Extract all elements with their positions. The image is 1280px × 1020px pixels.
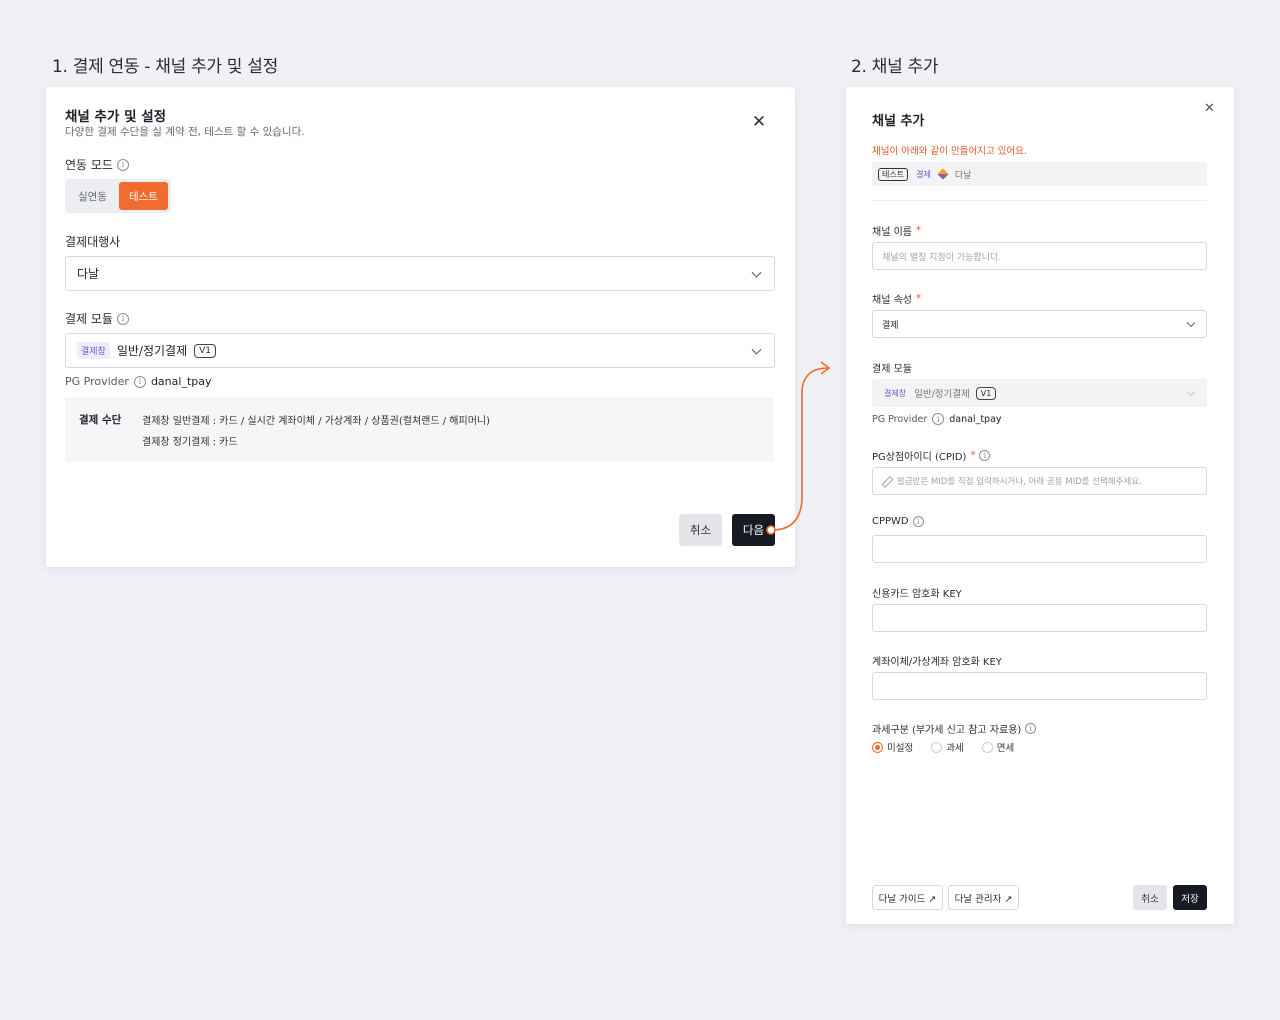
chevron-down-icon — [751, 267, 762, 278]
mode-option-live[interactable]: 실연동 — [68, 182, 117, 210]
pg-label: 결제대행사 — [65, 235, 121, 249]
chevron-down-icon — [1186, 387, 1196, 397]
module-label: 결제 모듈 i — [65, 310, 129, 327]
cppwd-input[interactable] — [872, 535, 1207, 563]
mode-label: 연동 모드 i — [65, 156, 129, 173]
step1-heading: 1. 결제 연동 - 채널 추가 및 설정 — [52, 57, 278, 77]
close-icon[interactable]: ✕ — [1204, 101, 1215, 116]
close-icon[interactable]: ✕ — [750, 113, 768, 131]
card-key-input[interactable] — [872, 604, 1207, 632]
divider — [872, 200, 1207, 201]
channel-setup-dialog: 채널 추가 및 설정 다양한 결제 수단을 실 계약 전, 테스트 할 수 있습… — [46, 87, 795, 567]
danal-logo-icon — [937, 168, 949, 180]
dialog-subtitle: 다양한 결제 수단을 실 계약 전, 테스트 할 수 있습니다. — [65, 126, 305, 138]
cancel-button[interactable]: 취소 — [679, 514, 722, 546]
pencil-icon — [882, 477, 891, 486]
module-label: 결제 모듈 — [872, 364, 912, 375]
channel-name-label: 채널 이름 * — [872, 225, 921, 238]
info-icon[interactable]: i — [116, 158, 129, 171]
radio-icon — [872, 741, 883, 753]
tax-radio-group: 미설정 과세 면세 — [872, 740, 1014, 754]
channel-name-input[interactable]: 채널의 별칭 지정이 가능합니다. — [872, 242, 1207, 270]
version-badge: V1 — [194, 343, 217, 358]
payment-methods-box: 결제 수단 결제창 일반결제 : 카드 / 실시간 계좌이체 / 가상계좌 / … — [65, 397, 774, 462]
step2-heading: 2. 채널 추가 — [851, 57, 939, 77]
transfer-key-input[interactable] — [872, 672, 1207, 700]
info-icon[interactable]: i — [932, 413, 945, 425]
radio-icon — [981, 741, 993, 753]
card-key-label: 신용카드 암호화 KEY — [872, 589, 962, 600]
type-tag: 결제 — [916, 169, 931, 179]
tax-option-exempt[interactable]: 면세 — [981, 740, 1014, 754]
module-select[interactable]: 결제창 일반/정기결제 V1 — [65, 333, 775, 368]
chevron-down-icon — [1186, 318, 1196, 328]
channel-attr-select[interactable]: 결제 — [872, 310, 1207, 338]
danal-admin-button[interactable]: 다날 관리자 ↗ — [948, 885, 1019, 910]
version-badge: V1 — [975, 386, 997, 400]
pg-provider-row: PG Provider i danal_tpay — [65, 375, 212, 388]
transfer-key-label: 계좌이체/가상계좌 암호화 KEY — [872, 657, 1002, 668]
radio-icon — [931, 741, 943, 753]
module-select-value: 일반/정기결제 — [116, 344, 188, 358]
add-channel-dialog: 채널 추가 ✕ 채널이 아래와 같이 만들어지고 있어요. 테스트 결제 다날 … — [846, 87, 1234, 924]
dialog-title: 채널 추가 — [872, 114, 925, 129]
danal-guide-button[interactable]: 다날 가이드 ↗ — [872, 885, 943, 910]
env-tag: 테스트 — [878, 167, 909, 181]
info-icon[interactable]: i — [133, 375, 146, 388]
module-badge: 결제창 — [77, 342, 110, 359]
methods-line-recurring: 결제창 정기결제 : 카드 — [142, 437, 238, 448]
tax-option-taxable[interactable]: 과세 — [931, 740, 964, 754]
next-button[interactable]: 다음 — [732, 514, 775, 546]
pg-select[interactable]: 다날 — [65, 256, 775, 291]
methods-label: 결제 수단 — [79, 414, 122, 426]
pg-provider-row: PG Provider i danal_tpay — [872, 413, 1002, 425]
chevron-down-icon — [751, 344, 762, 355]
tax-option-unset[interactable]: 미설정 — [872, 740, 913, 754]
module-value: 일반/정기결제 — [914, 389, 970, 400]
info-icon[interactable]: i — [116, 312, 129, 325]
module-select: 결제창 일반/정기결제 V1 — [872, 379, 1207, 407]
mode-segmented-control: 실연동 테스트 — [65, 179, 171, 213]
info-icon[interactable]: i — [912, 516, 924, 527]
creation-notice: 채널이 아래와 같이 만들어지고 있어요. — [872, 146, 1027, 157]
module-badge: 결제창 — [884, 388, 907, 398]
channel-attr-label: 채널 속성 * — [872, 293, 921, 306]
channel-preview: 테스트 결제 다날 — [872, 162, 1207, 186]
cppwd-label: CPPWD i — [872, 516, 924, 527]
info-icon[interactable]: i — [1025, 723, 1037, 734]
tax-label: 과세구분 (부가세 신고 참고 자료용) i — [872, 721, 1037, 736]
save-button[interactable]: 저장 — [1173, 885, 1207, 910]
flow-arrow-head — [820, 361, 831, 375]
dialog-title: 채널 추가 및 설정 — [65, 109, 167, 125]
cpid-input[interactable]: 발급받은 MID를 직접 입력하시거나, 아래 공용 MID를 선택해주세요. — [872, 467, 1207, 495]
info-icon[interactable]: i — [979, 450, 991, 461]
cpid-label: PG상점아이디 (CPID) * i — [872, 448, 991, 463]
cancel-button[interactable]: 취소 — [1133, 885, 1167, 910]
mode-option-test[interactable]: 테스트 — [118, 182, 168, 210]
methods-line-general: 결제창 일반결제 : 카드 / 실시간 계좌이체 / 가상계좌 / 상품권(컬쳐… — [142, 416, 490, 427]
pg-select-value: 다날 — [77, 267, 100, 281]
pg-name: 다날 — [954, 170, 972, 181]
